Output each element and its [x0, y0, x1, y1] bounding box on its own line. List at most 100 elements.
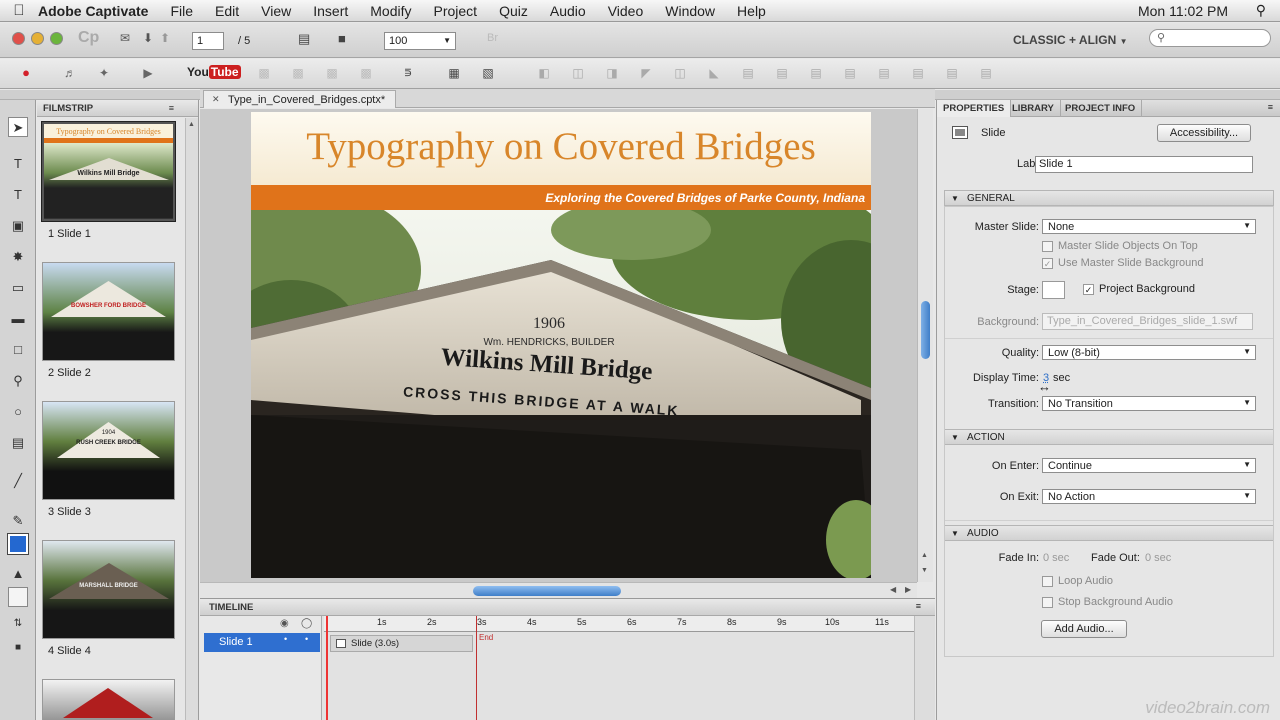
timeline-ruler[interactable]: 1s 2s 3s 4s 5s 6s 7s 8s 9s 10s 11s	[324, 616, 914, 632]
snap-grid-icon[interactable]: ▧	[480, 66, 496, 80]
menu-clock[interactable]: Mon 11:02 PM	[1138, 3, 1228, 19]
accessibility-button[interactable]: Accessibility...	[1157, 124, 1251, 142]
menu-file[interactable]: File	[170, 3, 193, 19]
align-bottom-icon[interactable]: ◣	[706, 66, 722, 80]
slide-title[interactable]: Typography on Covered Bridges	[251, 124, 871, 169]
distribute-horizontal-icon[interactable]: ▤	[740, 66, 756, 80]
zoom-window-button[interactable]	[50, 32, 63, 45]
add-audio-button[interactable]: Add Audio...	[1041, 620, 1127, 638]
workspace-switcher[interactable]: CLASSIC + ALIGN ▼	[1013, 33, 1128, 47]
grid-icon[interactable]: ▦	[446, 66, 462, 80]
distribute-vertical-icon[interactable]: ▤	[774, 66, 790, 80]
bring-forward-icon[interactable]: ▩	[324, 66, 340, 80]
stage-color-swatch[interactable]	[1042, 281, 1065, 299]
loop-audio-checkbox[interactable]	[1042, 576, 1053, 587]
align-middle-icon[interactable]: ◫	[672, 66, 688, 80]
menu-insert[interactable]: Insert	[313, 3, 348, 19]
filmstrip-thumb-slide-3[interactable]: 1904 RUSH CREEK BRIDGE	[42, 401, 175, 500]
spotlight-search-icon[interactable]: ⚲	[1256, 2, 1266, 19]
master-objects-on-top-checkbox[interactable]	[1042, 241, 1053, 252]
filmstrip-label-slide-4[interactable]: 4 Slide 4	[48, 645, 91, 657]
same-width-icon[interactable]: ▤	[808, 66, 824, 80]
fade-out-value[interactable]: 0 sec	[1145, 552, 1171, 564]
filmstrip-thumb-slide-2[interactable]: BOWSHER FORD BRIDGE	[42, 262, 175, 361]
audio-record-icon[interactable]: ♬	[62, 66, 78, 80]
button-tool-icon[interactable]: ▭	[8, 278, 28, 298]
download-icon[interactable]: ⬇	[143, 31, 153, 45]
scroll-up-icon[interactable]: ▲	[921, 552, 928, 559]
apple-icon[interactable]: 	[0, 2, 38, 19]
stop-background-audio-checkbox[interactable]	[1042, 597, 1053, 608]
selection-tool-icon[interactable]: ➤	[8, 117, 28, 137]
action-section-header[interactable]: ▼ ACTION	[944, 429, 1274, 445]
tab-properties[interactable]: PROPERTIES	[937, 100, 1012, 117]
help-search-input[interactable]: ⚲	[1149, 29, 1271, 47]
center-horizontal-icon[interactable]: ▤	[910, 66, 926, 80]
scroll-up-icon[interactable]: ▲	[188, 121, 196, 128]
lock-dot-icon[interactable]: •	[305, 634, 308, 644]
filmstrip-label-slide-3[interactable]: 3 Slide 3	[48, 506, 91, 518]
paint-bucket-icon[interactable]: ▲	[8, 564, 28, 584]
rollover-caption-tool-icon[interactable]: T	[8, 185, 28, 205]
menu-edit[interactable]: Edit	[215, 3, 239, 19]
text-entry-tool-icon[interactable]: ▬	[8, 309, 28, 329]
document-tab[interactable]: ✕ Type_in_Covered_Bridges.cptx*	[203, 90, 396, 108]
timeline-row-slide[interactable]: Slide 1 • •	[204, 633, 320, 652]
on-exit-select[interactable]: No Action ▼	[1042, 489, 1256, 504]
same-size-icon[interactable]: ▤	[876, 66, 892, 80]
menu-help[interactable]: Help	[737, 3, 766, 19]
email-icon[interactable]: ✉	[120, 31, 130, 45]
menu-video[interactable]: Video	[608, 3, 644, 19]
visibility-dot-icon[interactable]: •	[284, 634, 287, 644]
lock-icon[interactable]: ◯	[301, 618, 312, 629]
panel-menu-icon[interactable]: ≡	[916, 601, 921, 611]
pencil-tool-icon[interactable]: ✎	[8, 511, 28, 531]
slide-number-input[interactable]: 1	[192, 32, 224, 50]
slide-label-input[interactable]: Slide 1	[1035, 156, 1253, 173]
use-master-background-checkbox[interactable]: ✓	[1042, 258, 1053, 269]
close-tab-icon[interactable]: ✕	[212, 94, 220, 105]
default-colors-icon[interactable]: ■	[8, 638, 28, 658]
ungroup-icon[interactable]: ▩	[290, 66, 306, 80]
filmstrip-thumb-slide-5[interactable]	[42, 679, 175, 720]
transition-select[interactable]: No Transition ▼	[1042, 396, 1256, 411]
slide-subtitle[interactable]: Exploring the Covered Bridges of Parke C…	[251, 185, 871, 210]
align-to-slide-icon[interactable]: ▤	[978, 66, 994, 80]
send-backward-icon[interactable]: ▩	[358, 66, 374, 80]
align-right-icon[interactable]: ◨	[604, 66, 620, 80]
slide-canvas[interactable]: Typography on Covered Bridges Exploring …	[251, 112, 871, 578]
bridge-icon[interactable]: Br	[487, 32, 498, 44]
zoom-select[interactable]: 100 ▼	[384, 32, 456, 50]
general-section-header[interactable]: ▼ GENERAL	[944, 190, 1274, 206]
filmstrip-thumb-slide-4[interactable]: MARSHALL BRIDGE	[42, 540, 175, 639]
app-menu[interactable]: Adobe Captivate	[38, 3, 148, 19]
master-slide-select[interactable]: None ▼	[1042, 219, 1256, 234]
timeline-scrollbar[interactable]	[914, 616, 935, 720]
mouse-tool-icon[interactable]: ○	[8, 402, 28, 422]
align-left-icon[interactable]: ◧	[536, 66, 552, 80]
stage-horizontal-scrollbar[interactable]: ◀ ▶	[200, 582, 917, 598]
click-box-tool-icon[interactable]: □	[8, 340, 28, 360]
tab-project-info[interactable]: PROJECT INFO	[1059, 100, 1143, 117]
line-tool-icon[interactable]: ╱	[8, 471, 28, 491]
tab-library[interactable]: LIBRARY	[1006, 100, 1061, 117]
horizontal-scroll-thumb[interactable]	[473, 586, 621, 596]
effects-icon[interactable]: ✦	[96, 66, 112, 80]
slide-view-icon[interactable]: ▤	[298, 31, 310, 47]
highlight-box-tool-icon[interactable]: ✸	[8, 247, 28, 267]
minimize-window-button[interactable]	[31, 32, 44, 45]
project-background-checkbox[interactable]: ✓	[1083, 284, 1094, 295]
align-center-icon[interactable]: ◫	[570, 66, 586, 80]
group-icon[interactable]: ▩	[256, 66, 272, 80]
video-icon[interactable]: ▶	[140, 66, 156, 80]
timeline-slide-bar[interactable]: Slide (3.0s)	[330, 635, 473, 652]
record-icon[interactable]: ●	[18, 66, 34, 80]
crop-icon[interactable]: ⋾	[400, 66, 416, 80]
menu-project[interactable]: Project	[434, 3, 478, 19]
panel-menu-icon[interactable]: ≡	[1268, 102, 1273, 112]
youtube-button[interactable]: You Tube	[187, 65, 241, 79]
filmstrip-label-slide-2[interactable]: 2 Slide 2	[48, 367, 91, 379]
end-marker[interactable]	[476, 616, 477, 720]
swap-colors-icon[interactable]: ⇅	[8, 614, 28, 634]
widget-tool-icon[interactable]: ▤	[8, 433, 28, 453]
